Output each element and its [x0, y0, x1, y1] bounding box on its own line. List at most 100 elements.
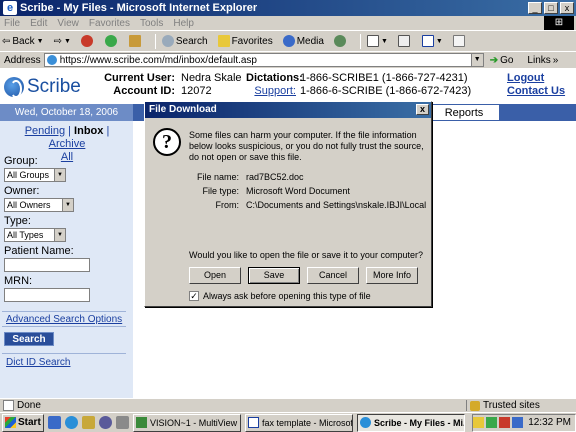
minimize-button[interactable]: _ — [528, 2, 542, 14]
menu-tools[interactable]: Tools — [140, 18, 163, 29]
tray-volume-icon[interactable] — [473, 417, 485, 428]
toolbar-separator — [154, 33, 156, 49]
more-info-button[interactable]: More Info — [366, 267, 418, 284]
standard-toolbar: ⇦ Back ▼ ⇨ ▼ Search Favorites Media ▼ ▼ — [0, 30, 576, 51]
forward-button[interactable]: ⇨ ▼ — [52, 36, 73, 47]
home-button[interactable] — [127, 35, 145, 47]
menu-view[interactable]: View — [57, 18, 79, 29]
quicklaunch-media-icon[interactable] — [99, 416, 112, 429]
sidebar: Pending | Inbox | Archive All Group: All… — [0, 121, 133, 398]
refresh-button[interactable] — [103, 35, 121, 47]
address-url[interactable]: https://www.scribe.com/md/inbox/default.… — [60, 55, 257, 66]
quicklaunch-app-icon[interactable] — [116, 416, 129, 429]
header-links: Logout Contact Us — [507, 72, 565, 98]
support-link[interactable]: Support: — [246, 85, 296, 98]
all-link[interactable]: All — [61, 151, 73, 163]
quicklaunch-desktop-icon[interactable] — [48, 416, 61, 429]
go-button[interactable]: ➔ Go — [490, 55, 514, 66]
file-type-value: Microsoft Word Document — [246, 186, 350, 196]
mail-dropdown-icon[interactable]: ▼ — [381, 38, 388, 45]
start-button[interactable]: Start — [2, 413, 44, 432]
chevron-down-icon: ▼ — [62, 199, 73, 211]
scribe-logo[interactable]: Scribe — [4, 76, 81, 98]
owner-select[interactable]: All Owners ▼ — [4, 198, 74, 212]
mail-button[interactable]: ▼ — [365, 35, 390, 47]
back-button[interactable]: ⇦ Back ▼ — [0, 36, 46, 47]
go-arrow-icon: ➔ — [489, 54, 499, 66]
address-dropdown-icon[interactable]: ▼ — [470, 54, 483, 66]
address-bar: Address https://www.scribe.com/md/inbox/… — [0, 51, 576, 68]
stop-button[interactable] — [79, 35, 97, 47]
always-ask-checkbox-row[interactable]: ✓ Always ask before opening this type of… — [189, 291, 371, 301]
dict-id-search-link[interactable]: Dict ID Search — [2, 353, 126, 368]
type-select-value: All Types — [7, 230, 44, 240]
save-button[interactable]: Save — [248, 267, 300, 284]
print-button[interactable] — [396, 35, 414, 47]
menu-favorites[interactable]: Favorites — [89, 18, 130, 29]
always-ask-checkbox[interactable]: ✓ — [189, 291, 199, 301]
mrn-input[interactable] — [4, 288, 90, 302]
group-select-value: All Groups — [7, 170, 50, 180]
contact-us-link[interactable]: Contact Us — [507, 85, 565, 98]
tab-reports[interactable]: Reports — [428, 104, 500, 121]
quicklaunch-outlook-icon[interactable] — [82, 416, 95, 429]
type-select[interactable]: All Types ▼ — [4, 228, 66, 242]
task-label: fax template - Microsoft... — [262, 417, 353, 428]
pending-link[interactable]: Pending — [25, 125, 65, 137]
owner-select-value: All Owners — [7, 200, 51, 210]
file-name-label: File name: — [196, 172, 239, 182]
task-scribe[interactable]: Scribe - My Files - Mi... — [357, 413, 465, 432]
tray-network-icon[interactable] — [512, 417, 524, 428]
links-button[interactable]: Links — [527, 55, 550, 66]
question-icon: ? — [153, 128, 181, 156]
favorites-button[interactable]: Favorites — [216, 35, 275, 47]
group-select[interactable]: All Groups ▼ — [4, 168, 66, 182]
discuss-icon — [452, 35, 465, 47]
always-ask-label: Always ask before opening this type of f… — [203, 291, 371, 301]
search-submit-button[interactable]: Search — [4, 332, 54, 346]
refresh-icon — [104, 35, 117, 47]
stop-icon — [80, 35, 93, 47]
history-icon — [333, 35, 346, 47]
clock[interactable]: 12:32 PM — [528, 417, 571, 428]
cancel-button[interactable]: Cancel — [307, 267, 359, 284]
back-dropdown-icon[interactable]: ▼ — [37, 38, 44, 45]
security-zone: Trusted sites — [466, 400, 576, 411]
menu-file[interactable]: File — [4, 18, 20, 29]
logout-link[interactable]: Logout — [507, 72, 565, 85]
tray-antivirus-icon[interactable] — [486, 417, 498, 428]
archive-link[interactable]: Archive — [49, 138, 86, 150]
go-label: Go — [500, 54, 514, 66]
menu-bar: File Edit View Favorites Tools Help ⊞ — [0, 16, 576, 30]
history-button[interactable] — [332, 35, 350, 47]
dialog-close-button[interactable]: x — [416, 104, 429, 115]
media-label: Media — [296, 35, 324, 47]
patient-name-input[interactable] — [4, 258, 90, 272]
warning-text: Some files can harm your computer. If th… — [189, 130, 424, 162]
discuss-button[interactable] — [451, 35, 469, 47]
back-arrow-icon: ⇦ — [2, 35, 11, 47]
zone-label: Trusted sites — [483, 400, 540, 411]
current-user-label: Current User: — [104, 72, 175, 84]
task-vision[interactable]: VISION~1 - MultiView 2... — [133, 413, 241, 432]
links-chevron-icon[interactable]: » — [553, 55, 559, 66]
address-input[interactable]: https://www.scribe.com/md/inbox/default.… — [43, 53, 484, 67]
maximize-button[interactable]: □ — [544, 2, 558, 14]
menu-edit[interactable]: Edit — [30, 18, 47, 29]
forward-dropdown-icon[interactable]: ▼ — [64, 38, 71, 45]
menu-help[interactable]: Help — [173, 18, 194, 29]
media-button[interactable]: Media — [281, 35, 326, 47]
quicklaunch-ie-icon[interactable] — [65, 416, 78, 429]
edit-word-button[interactable]: ▼ — [420, 35, 445, 47]
ie-app-icon — [360, 417, 371, 428]
close-window-button[interactable]: x — [560, 2, 574, 14]
edit-dropdown-icon[interactable]: ▼ — [436, 38, 443, 45]
search-button[interactable]: Search — [160, 35, 210, 47]
open-button[interactable]: Open — [189, 267, 241, 284]
toolbar-separator — [359, 33, 361, 49]
tray-alert-icon[interactable] — [499, 417, 511, 428]
task-fax-template[interactable]: fax template - Microsoft... — [245, 413, 353, 432]
vision-app-icon — [136, 417, 147, 428]
advanced-search-link[interactable]: Advanced Search Options — [2, 311, 126, 327]
window-titlebar: e Scribe - My Files - Microsoft Internet… — [0, 0, 576, 16]
